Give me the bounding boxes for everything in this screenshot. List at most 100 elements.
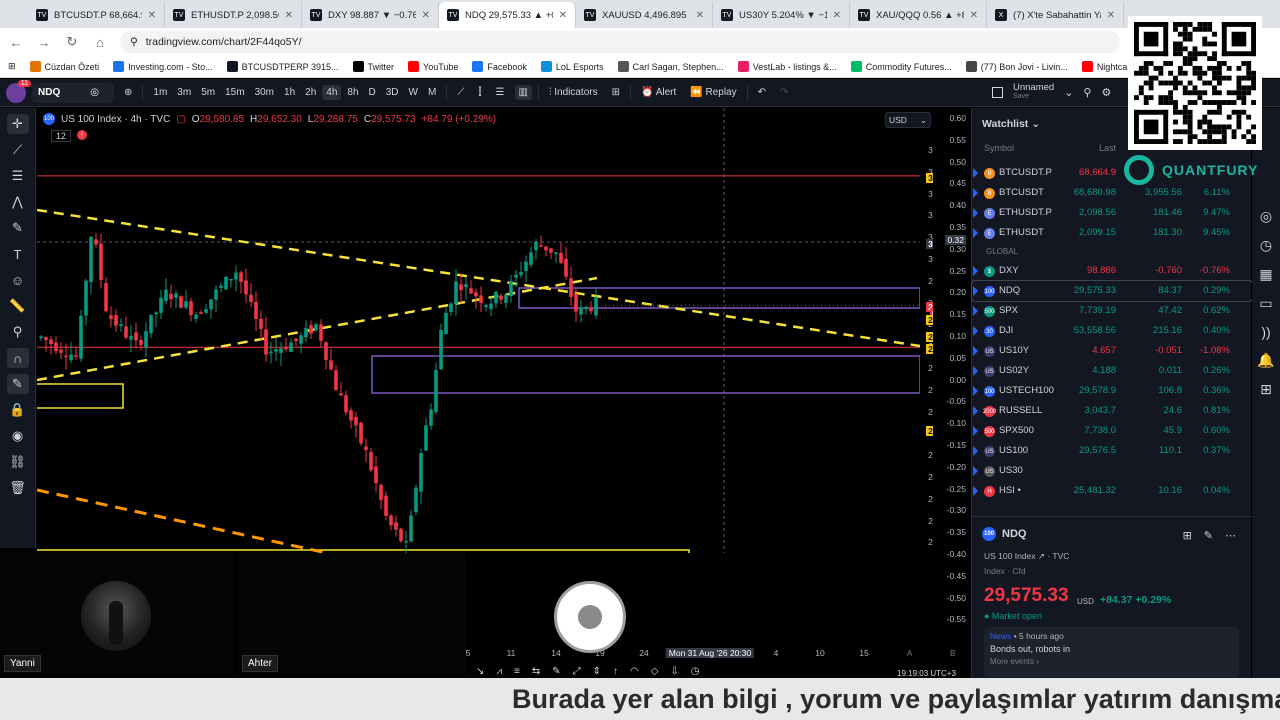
forward-icon[interactable]: → xyxy=(36,35,52,50)
text-icon[interactable]: T xyxy=(7,244,29,264)
replay-button[interactable]: ⏪ Replay xyxy=(686,85,740,100)
browser-tab[interactable]: TV BTCUSDT.P 68,664.9 ▲ + ✕ xyxy=(28,2,165,28)
add-symbol-icon[interactable]: ⊕ xyxy=(120,85,136,100)
watchlist-row[interactable]: 30 DJI 53,558.56 215.16 0.40% xyxy=(972,321,1252,341)
edit-icon[interactable]: ✎ xyxy=(1204,529,1213,542)
bell-icon[interactable]: 🔔 xyxy=(1257,352,1274,369)
close-icon[interactable]: ✕ xyxy=(696,10,704,21)
magnet-icon[interactable]: ∩ xyxy=(6,348,29,368)
arrow-icon[interactable]: ↘ xyxy=(476,666,484,677)
user-avatar[interactable]: 11 xyxy=(6,79,31,103)
bookmark-item[interactable]: (77) Bon Jovi - Livin... xyxy=(965,61,1068,72)
chevron-down-icon[interactable]: ⌄ xyxy=(1064,86,1073,99)
bookmark-item[interactable]: Carl Sagan, Stephen... xyxy=(617,61,724,72)
watchlist-row[interactable]: 500 SPX 7,739.19 47.42 0.62% xyxy=(972,301,1252,321)
back-icon[interactable]: ← xyxy=(8,35,24,50)
bookmark-item[interactable]: Commodity Futures... xyxy=(850,61,952,72)
more-icon[interactable]: ⋯ xyxy=(1225,529,1236,542)
col-symbol[interactable]: Symbol xyxy=(984,143,1014,153)
warning-icon[interactable]: ! xyxy=(77,130,88,140)
brush-icon[interactable]: ✎ xyxy=(7,218,29,238)
browser-tab[interactable]: TV ETHUSDT.P 2,098.56 ▲ + ✕ xyxy=(165,2,302,28)
interval-button[interactable]: 3D xyxy=(382,85,403,100)
range-icon[interactable]: ⇕ xyxy=(593,666,601,677)
undo-icon[interactable]: ↶ xyxy=(754,85,770,100)
browser-tab[interactable]: TV XAUUSD 4,496.895 ▲ +3. ✕ xyxy=(576,2,713,28)
calendar-icon[interactable]: ▦ xyxy=(1259,266,1272,283)
interval-button[interactable]: 1h xyxy=(280,85,299,100)
brush-icon[interactable]: ✎ xyxy=(552,666,560,677)
indicators-button[interactable]: ⫶ Indicators xyxy=(545,85,602,100)
compare-icon[interactable]: ◎ xyxy=(90,87,99,98)
watchlist-row[interactable]: 100 NDQ 29,575.33 84.37 0.29% xyxy=(971,280,1253,302)
chart-type-icon[interactable]: ⟋ xyxy=(453,85,468,100)
eye-icon[interactable]: ◉ xyxy=(7,426,29,446)
emoji-icon[interactable]: ☺ xyxy=(7,270,29,290)
layout-name-button[interactable]: Unnamed Save xyxy=(1013,83,1054,101)
interval-button[interactable]: M xyxy=(424,85,440,100)
pattern-icon[interactable]: ⋀ xyxy=(7,192,29,212)
lines-icon[interactable]: ≡ xyxy=(514,666,520,677)
scale-a-button[interactable]: A xyxy=(907,649,912,658)
signal-icon[interactable]: )) xyxy=(1261,324,1270,340)
templates-icon[interactable]: ⊞ xyxy=(608,85,624,100)
time-axis[interactable]: 5 11 14 19 24 4 10 15 Mon 31 Aug '26 20:30 xyxy=(466,645,970,661)
watchlist-title[interactable]: Watchlist ⌄ xyxy=(982,118,1040,130)
trash-icon[interactable]: 🗑 xyxy=(7,478,29,498)
candle-icon[interactable]: ▥ xyxy=(514,85,532,100)
currency-select[interactable]: USD ⌄ xyxy=(885,112,931,128)
pattern-icon[interactable]: ⩘ xyxy=(496,666,502,677)
watchlist-row[interactable]: E ETHUSDT 2,099.15 181.30 9.45% xyxy=(972,223,1252,243)
col-last[interactable]: Last xyxy=(1099,143,1116,153)
scale-b-button[interactable]: B xyxy=(950,649,955,658)
watchlist-row[interactable]: US US10Y 4.657 -0.051 -1.08% xyxy=(972,341,1252,361)
down-icon[interactable]: ⇩ xyxy=(670,666,678,677)
interval-button[interactable]: 8h xyxy=(343,85,362,100)
interval-button[interactable]: D xyxy=(365,85,380,100)
alert-button[interactable]: ⏰ Alert xyxy=(637,85,680,100)
zoom-icon[interactable]: ⚲ xyxy=(7,322,29,342)
close-icon[interactable]: ✕ xyxy=(833,10,841,21)
interval-button[interactable]: 5m xyxy=(197,85,219,100)
detail-symbol[interactable]: 100 NDQ xyxy=(982,527,1026,541)
watchlist-group-label[interactable]: GLOBAL xyxy=(972,243,1252,261)
indicator-scale[interactable]: 0.60 0.55 0.50 0.45 0.40 0.35 0.30 0.25 0.20 0.15… xyxy=(933,108,970,668)
close-icon[interactable]: ✕ xyxy=(285,10,293,21)
diamond-icon[interactable]: ◇ xyxy=(651,666,659,677)
layout-icon[interactable] xyxy=(992,86,1003,98)
price-chart[interactable]: 100 US 100 Index · 4h · TVC ▢ O 29,580.85… xyxy=(37,108,970,553)
settings-lines-icon[interactable]: ☰ xyxy=(492,85,509,100)
participant-tile[interactable]: Ahter xyxy=(238,553,626,675)
close-icon[interactable]: ✕ xyxy=(148,10,156,21)
watchlist-row[interactable]: $ DXY 98.886 -0.760 -0.76% xyxy=(972,261,1252,281)
bookmark-item[interactable]: VestLab - listings &... xyxy=(737,61,837,72)
bookmark-item[interactable]: BTCUSDTPERP 3915... xyxy=(226,61,339,72)
reload-icon[interactable]: ↻ xyxy=(64,34,80,50)
trend-line-icon[interactable]: ⟋ xyxy=(7,140,29,160)
watchlist-row[interactable]: B BTCUSDT 68,680.98 3,955.56 6.11% xyxy=(972,183,1252,203)
interval-button[interactable]: 30m xyxy=(251,85,278,100)
watchlist-row[interactable]: US US100 29,576.5 110.1 0.37% xyxy=(972,441,1252,461)
watchlist-row[interactable]: US US02Y 4.188 0.011 0.26% xyxy=(972,361,1252,381)
interval-button[interactable]: 1m xyxy=(149,85,171,100)
fib-icon[interactable]: ☰ xyxy=(7,166,29,186)
link-icon[interactable]: ⛓ xyxy=(7,452,29,472)
bar-type-icon[interactable]: ⫿ xyxy=(474,85,485,100)
ellipse-icon[interactable]: ◠ xyxy=(630,666,639,677)
search-icon[interactable]: ⚲ xyxy=(1083,86,1091,99)
bookmark-item[interactable]: Cüzdan Özeti xyxy=(29,61,99,72)
interval-button[interactable]: 4h xyxy=(322,85,342,100)
watchlist-row[interactable]: 2000 RUSSELL 3,043.7 24.6 0.81% xyxy=(972,401,1252,421)
interval-button[interactable]: 15m xyxy=(221,85,248,100)
browser-tab[interactable]: TV XAU/QQQ 0.56 ▲ +8.81% ✕ xyxy=(850,2,987,28)
watchlist-row[interactable]: E ETHUSDT.P 2,098.56 181.46 9.47% xyxy=(972,203,1252,223)
browser-tab[interactable]: TV DXY 98.887 ▼ −0.76% Un ✕ xyxy=(302,2,439,28)
clock-icon[interactable]: ◷ xyxy=(691,666,700,677)
close-icon[interactable]: ✕ xyxy=(970,10,978,21)
close-icon[interactable]: ✕ xyxy=(422,10,430,21)
browser-tab[interactable]: X (7) X'te Sabahattin Yanni ✕ xyxy=(987,2,1124,28)
target-icon[interactable]: ◎ xyxy=(1260,208,1272,225)
bookmark-item[interactable]: Twitter xyxy=(352,61,394,72)
watchlist-row[interactable]: 500 SPX500 7,738.0 45.9 0.60% xyxy=(972,421,1252,441)
close-icon[interactable]: ✕ xyxy=(559,10,567,21)
